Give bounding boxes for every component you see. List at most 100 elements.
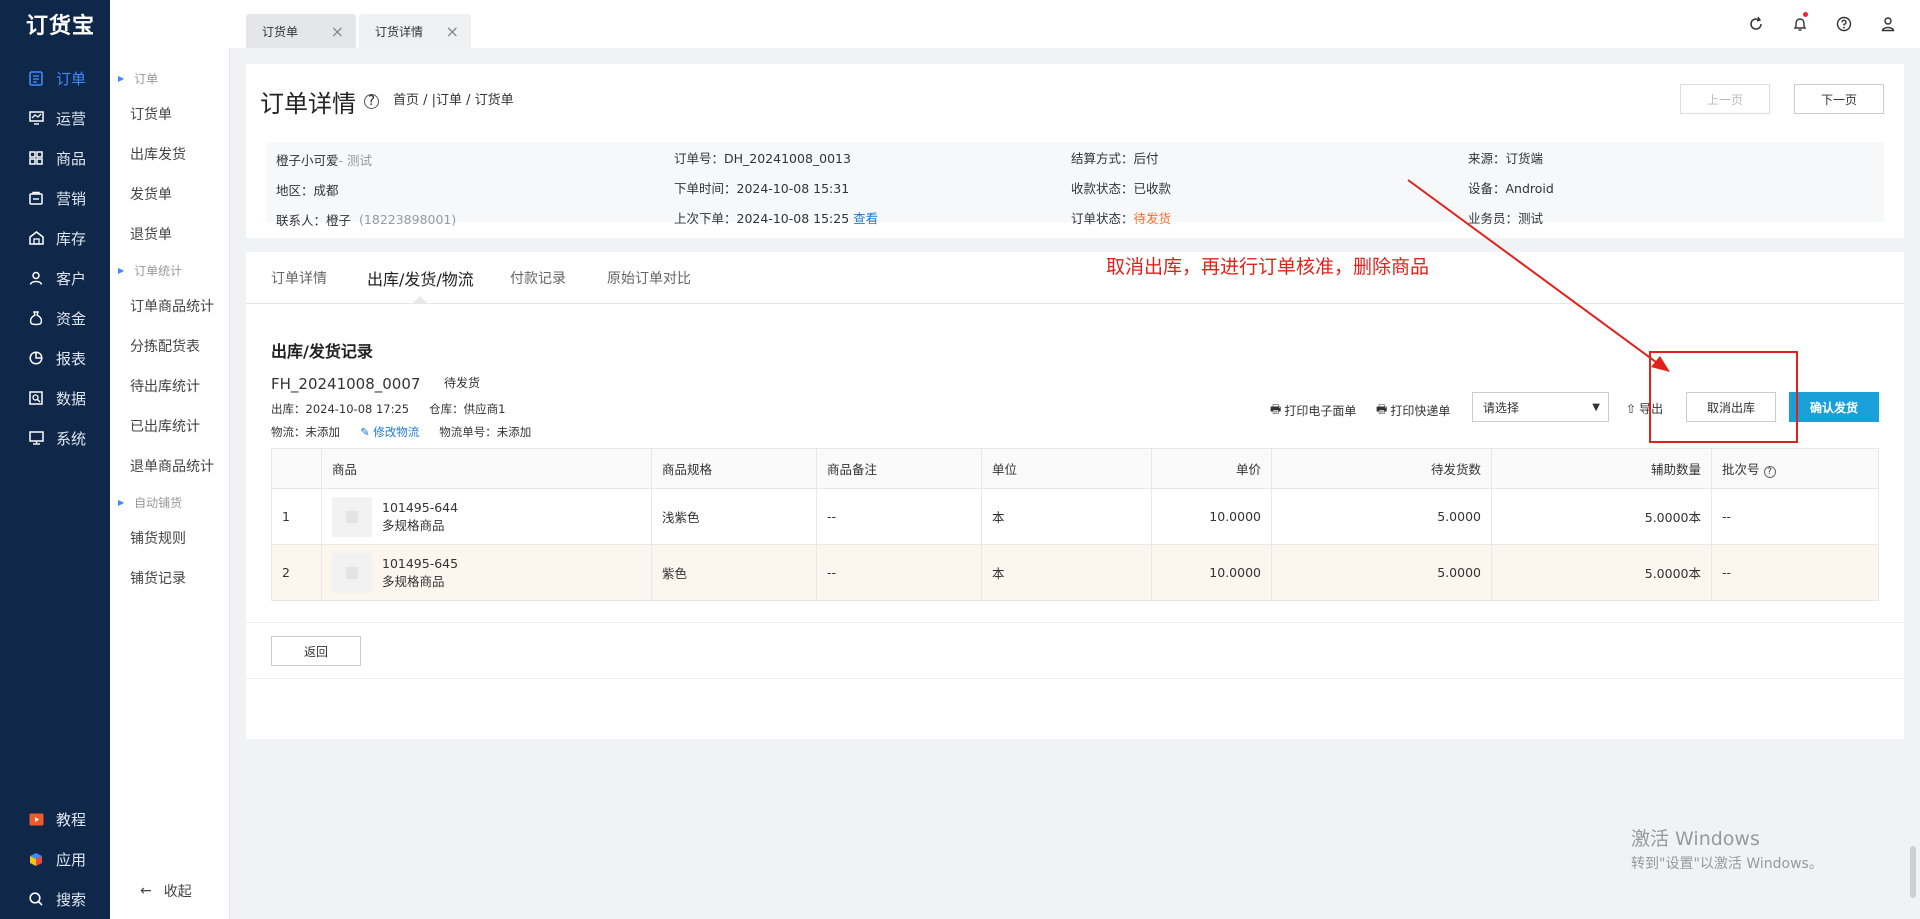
row-index: 1 — [271, 488, 322, 545]
triangle-icon: ▶ — [118, 497, 125, 507]
col-product: 商品 — [321, 448, 652, 489]
divider — [246, 678, 1904, 679]
region: 地区：成都 — [276, 182, 339, 198]
nav-item-funds[interactable]: 资金 — [0, 298, 110, 338]
nav-item-customer[interactable]: 客户 — [0, 258, 110, 298]
tab-original-compare[interactable]: 原始订单对比 — [607, 268, 691, 288]
prev-page-button[interactable]: 上一页 — [1680, 84, 1770, 114]
tab-payment-records[interactable]: 付款记录 — [510, 268, 566, 288]
nav-item-order[interactable]: 订单 — [0, 58, 110, 98]
remark-cell: -- — [816, 488, 982, 545]
edit-logistics-label: 修改物流 — [373, 425, 420, 439]
sub-item-done-out[interactable]: 已出库统计 — [110, 406, 229, 446]
edit-logistics-link[interactable]: ✎ 修改物流 — [360, 424, 419, 440]
col-batch: 批次号 ? — [1711, 448, 1879, 489]
settlement: 结算方式：后付 — [1071, 150, 1159, 166]
cube-icon — [28, 851, 44, 867]
shipment-number: FH_20241008_0007 — [271, 375, 421, 393]
nav-item-search[interactable]: 搜索 — [0, 879, 110, 919]
nav-item-apps[interactable]: 应用 — [0, 839, 110, 879]
last-order: 上次下单：2024-10-08 15:25 查看 — [674, 202, 878, 232]
close-icon[interactable]: × — [331, 22, 344, 41]
view-link[interactable]: 查看 — [853, 208, 878, 227]
order-number: 订单号：DH_20241008_0013 — [674, 150, 851, 166]
sub-sidebar: ▶ 订单 订货单 出库发货 发货单 退货单 ▶ 订单统计 订单商品统计 分拣配货表 … — [110, 48, 230, 919]
nav-item-inventory[interactable]: 库存 — [0, 218, 110, 258]
help-icon[interactable]: ? — [1763, 466, 1776, 478]
nav-bottom: 教程 应用 搜索 — [0, 799, 110, 919]
refresh-icon[interactable] — [1746, 14, 1766, 34]
sub-item-return-stats[interactable]: 退单商品统计 — [110, 446, 229, 486]
tab-order-detail-info[interactable]: 订单详情 — [271, 268, 327, 288]
sub-item-records[interactable]: 铺货记录 — [110, 558, 229, 598]
nav-item-report[interactable]: 报表 — [0, 338, 110, 378]
order-icon — [28, 70, 44, 86]
user-icon[interactable] — [1878, 14, 1898, 34]
page-title-text: 订单详情 — [260, 90, 356, 118]
triangle-icon: ▶ — [118, 265, 125, 275]
marketing-icon — [28, 190, 44, 206]
sub-group-label: 自动铺货 — [134, 495, 183, 510]
sub-item-outbound[interactable]: 出库发货 — [110, 134, 229, 174]
col-spec: 商品规格 — [651, 448, 817, 489]
nav-item-product[interactable]: 商品 — [0, 138, 110, 178]
sub-item-order-product-stats[interactable]: 订单商品统计 — [110, 286, 229, 326]
sub-item-picking[interactable]: 分拣配货表 — [110, 326, 229, 366]
scrollbar[interactable] — [1910, 846, 1916, 898]
printer-icon: 🖶 — [1376, 402, 1388, 416]
nav-item-system[interactable]: 系统 — [0, 418, 110, 458]
top-bar: 订货单 × 订货详情 × — [110, 0, 1920, 48]
col-aux-qty: 辅助数量 — [1491, 448, 1712, 489]
product-code[interactable]: 101495-644 — [382, 500, 458, 515]
sub-item-order-list[interactable]: 订货单 — [110, 94, 229, 134]
sub-group-order: ▶ 订单 — [110, 62, 229, 94]
breadcrumb[interactable]: 首页 / |订单 / 订货单 — [393, 89, 514, 108]
help-icon[interactable]: ? — [364, 94, 379, 109]
watermark-line-1: 激活 Windows — [1631, 828, 1760, 850]
warehouse-icon — [28, 230, 44, 246]
print-eorder-button[interactable]: 🖶 打印电子面单 — [1270, 400, 1356, 421]
main-sidebar: 订货宝 订单 运营 商品 营销 库存 客户 资金 报表 数据 系统 教程 应用 … — [0, 0, 110, 919]
section-title: 出库/发货记录 — [271, 342, 373, 361]
nav-item-tutorial[interactable]: 教程 — [0, 799, 110, 839]
info-col-order: 订单号：DH_20241008_0013 下单时间：2024-10-08 15:… — [674, 142, 878, 232]
customer-name: 橙子小可爱 - 测试 — [276, 144, 456, 174]
page-title: 订单详情 ? — [260, 84, 379, 119]
tab-order-detail[interactable]: 订货详情 × — [359, 14, 471, 48]
next-page-button[interactable]: 下一页 — [1794, 84, 1884, 114]
print-template-select[interactable]: 请选择 ▼ — [1472, 392, 1609, 422]
payment-status: 收款状态：已收款 — [1071, 180, 1172, 196]
print-express-button[interactable]: 🖶 打印快递单 — [1376, 400, 1450, 421]
order-time: 下单时间：2024-10-08 15:31 — [674, 180, 850, 196]
tab-label: 订货单 — [262, 24, 299, 39]
tab-shipment-logistics[interactable]: 出库/发货/物流 — [367, 266, 474, 290]
close-icon[interactable]: × — [446, 22, 459, 41]
help-icon[interactable] — [1834, 14, 1854, 34]
sub-item-pending-out[interactable]: 待出库统计 — [110, 366, 229, 406]
confirm-ship-button[interactable]: 确认发货 — [1789, 392, 1879, 422]
device: 设备：Android — [1468, 180, 1554, 196]
nav-item-operation[interactable]: 运营 — [0, 98, 110, 138]
export-icon: ⇧ — [1626, 401, 1637, 416]
windows-watermark: 激活 Windows 转到"设置"以激活 Windows。 — [1631, 824, 1823, 873]
operation-icon — [28, 110, 44, 126]
nav-label: 库存 — [56, 229, 87, 248]
back-button[interactable]: 返回 — [271, 636, 361, 666]
sub-item-rules[interactable]: 铺货规则 — [110, 518, 229, 558]
nav-label: 教程 — [56, 810, 87, 829]
sub-item-delivery[interactable]: 发货单 — [110, 174, 229, 214]
nav-item-data[interactable]: 数据 — [0, 378, 110, 418]
product-code[interactable]: 101495-645 — [382, 556, 458, 571]
tab-order-list[interactable]: 订货单 × — [246, 14, 356, 48]
info-col-status: 结算方式：后付 收款状态：已收款 订单状态： 待发货 — [1071, 142, 1171, 232]
app-logo[interactable]: 订货宝 — [0, 0, 110, 48]
bell-icon[interactable] — [1790, 12, 1810, 34]
collapse-button[interactable]: ← 收起 — [140, 881, 192, 901]
sub-item-return[interactable]: 退货单 — [110, 214, 229, 254]
contact-name: 橙子 — [326, 212, 352, 228]
contact-label: 联系人： — [276, 212, 327, 228]
nav-label: 资金 — [56, 309, 87, 328]
status-badge: 待发货 — [1133, 210, 1172, 226]
annotation-box — [1649, 351, 1798, 443]
nav-item-marketing[interactable]: 营销 — [0, 178, 110, 218]
